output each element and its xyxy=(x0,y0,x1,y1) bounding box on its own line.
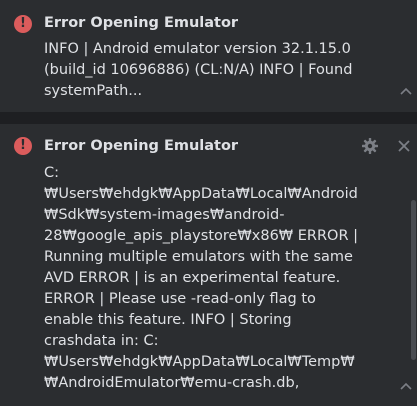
notification-title: Error Opening Emulator xyxy=(44,138,239,154)
notification-error-opening-emulator-2[interactable]: ! Error Opening Emulator C:₩Users₩ehdgk₩… xyxy=(0,124,417,406)
notification-title: Error Opening Emulator xyxy=(44,15,239,31)
chevron-up-icon[interactable] xyxy=(399,84,413,98)
error-icon: ! xyxy=(14,15,32,33)
notification-body: INFO | Android emulator version 32.1.15.… xyxy=(44,41,353,99)
notification-body: C:₩Users₩ehdgk₩AppData₩Local₩Android₩Sdk… xyxy=(44,165,359,391)
error-icon: ! xyxy=(14,137,32,155)
gear-icon[interactable] xyxy=(361,137,379,155)
notifications-panel: ! Error Opening Emulator INFO | Android … xyxy=(0,0,417,406)
notification-error-opening-emulator-1[interactable]: ! Error Opening Emulator INFO | Android … xyxy=(0,0,417,112)
chevron-up-icon[interactable] xyxy=(399,379,413,393)
close-icon[interactable] xyxy=(396,138,412,154)
scrollbar[interactable] xyxy=(411,200,416,360)
